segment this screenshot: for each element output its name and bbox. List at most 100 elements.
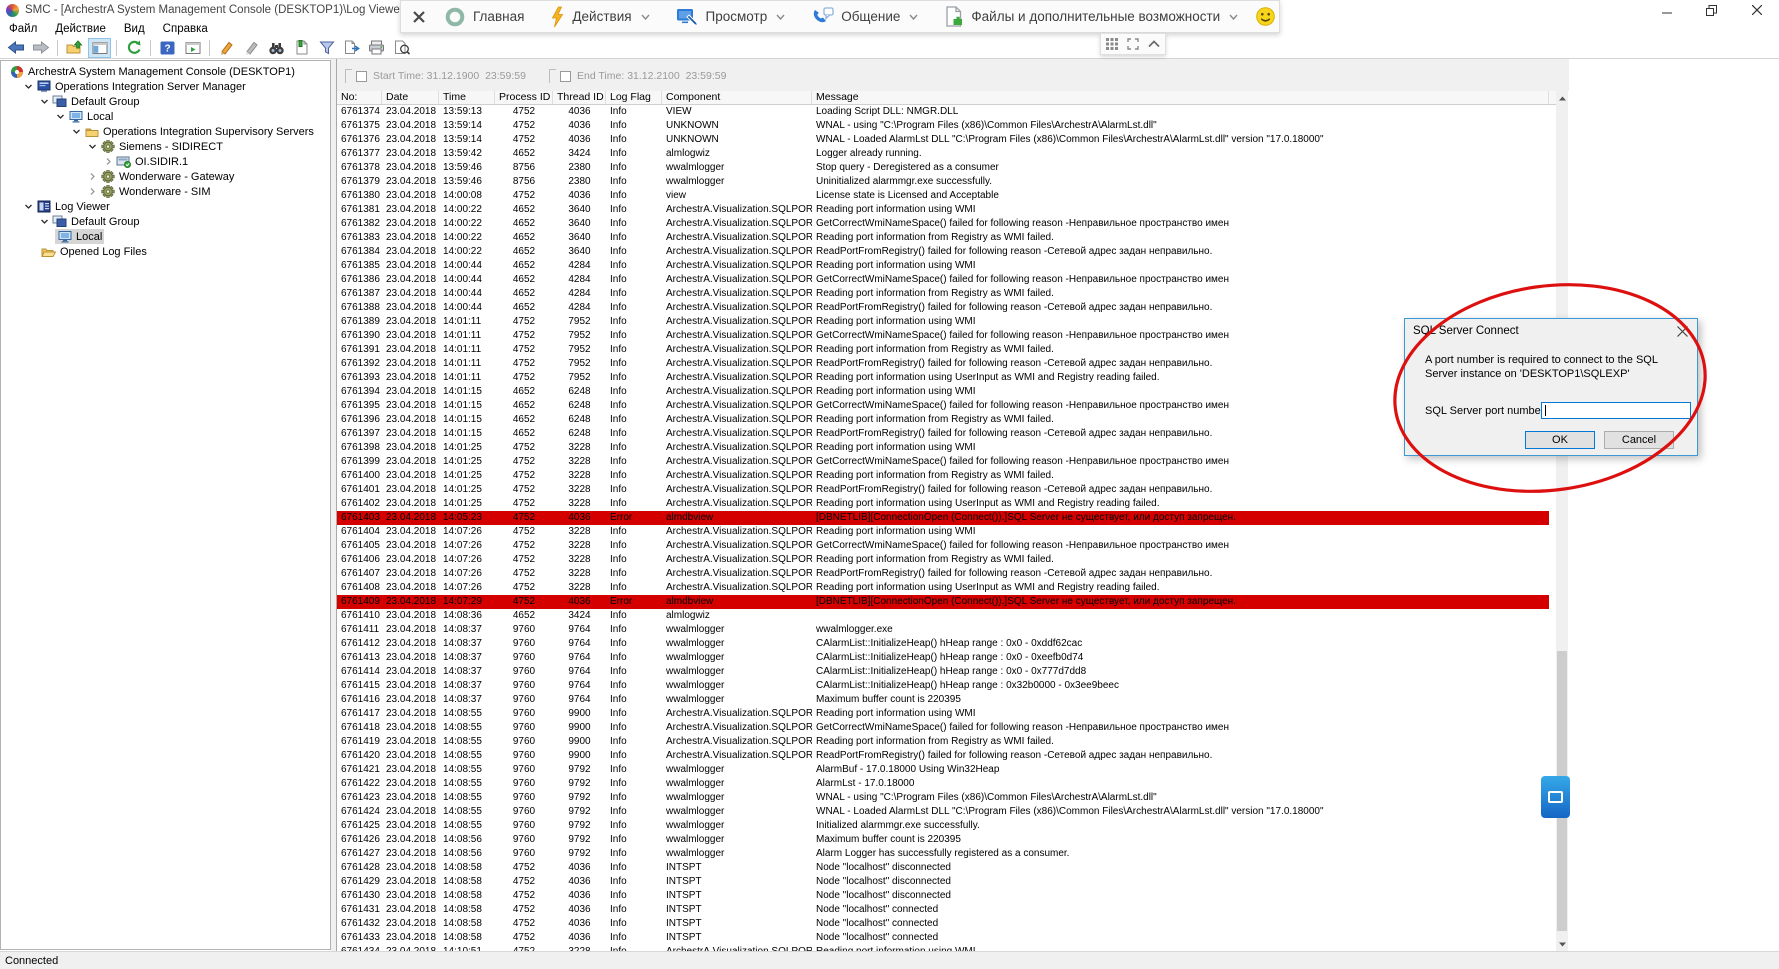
log-row[interactable]: 676139123.04.201814:01:1147527952InfoArc… [337,343,1549,357]
port-number-input[interactable] [1541,402,1691,419]
tree-item-oi-sidir-1[interactable]: OI.SIDIR.1 [1,154,330,169]
tree-item-local-2[interactable]: Local [1,229,330,244]
log-row[interactable]: 676140823.04.201814:07:2647523228InfoArc… [337,581,1549,595]
page-bookmark-button[interactable] [290,38,313,58]
log-row[interactable]: 676140023.04.201814:01:2547523228InfoArc… [337,469,1549,483]
refresh-button[interactable] [122,38,145,58]
forward-arrow-button[interactable] [29,38,52,58]
log-row[interactable]: 676139623.04.201814:01:1546526248InfoArc… [337,413,1549,427]
log-row[interactable]: 676140223.04.201814:01:2547523228InfoArc… [337,497,1549,511]
log-row[interactable]: 676141723.04.201814:08:5597609900InfoArc… [337,707,1549,721]
vertical-scrollbar[interactable] [1556,91,1568,951]
log-row[interactable]: 676138323.04.201814:00:2246523640InfoArc… [337,231,1549,245]
tree-item-wonderware-sim[interactable]: Wonderware - SIM [1,184,330,199]
column-header-component[interactable]: Component [662,91,812,104]
menu-item-1[interactable]: Действие [46,20,115,37]
log-row[interactable]: 676142423.04.201814:08:5597609792Infowwa… [337,805,1549,819]
tree-item-ois-manager[interactable]: Operations Integration Server Manager [1,79,330,94]
log-row[interactable]: 676143123.04.201814:08:5847524036InfoINT… [337,903,1549,917]
back-arrow-button[interactable] [4,38,27,58]
log-row[interactable]: 676142023.04.201814:08:5597609900InfoArc… [337,749,1549,763]
log-row[interactable]: 676140423.04.201814:07:2647523228InfoArc… [337,525,1549,539]
log-row[interactable]: 676141623.04.201814:08:3797609764Infowwa… [337,693,1549,707]
log-row[interactable]: 676137723.04.201813:59:4246523424Infoalm… [337,147,1549,161]
log-row[interactable]: 676139023.04.201814:01:1147527952InfoArc… [337,329,1549,343]
log-row[interactable]: 676142323.04.201814:08:5597609792Infowwa… [337,791,1549,805]
log-row[interactable]: 676137523.04.201813:59:1447524036InfoUNK… [337,119,1549,133]
tree-item-wonderware-gateway[interactable]: Wonderware - Gateway [1,169,330,184]
chevron-down-icon[interactable] [23,81,34,92]
window-panel-button[interactable] [88,38,111,58]
log-row[interactable]: 676140923.04.201814:07:2947524036Erroral… [337,595,1549,609]
log-row[interactable]: 676143023.04.201814:08:5847524036InfoINT… [337,889,1549,903]
menu-item-3[interactable]: Справка [154,20,217,37]
log-row[interactable]: 676139423.04.201814:01:1546526248InfoArc… [337,385,1549,399]
log-row[interactable]: 676137923.04.201813:59:4687562380Infowwa… [337,175,1549,189]
log-row[interactable]: 676139923.04.201814:01:2547523228InfoArc… [337,455,1549,469]
log-row[interactable]: 676141123.04.201814:08:3797609764Infowwa… [337,623,1549,637]
log-row[interactable]: 676141423.04.201814:08:3797609764Infowwa… [337,665,1549,679]
tree-item-log-viewer[interactable]: Log Viewer [1,199,330,214]
assist-menu-communicate[interactable]: Общение [802,0,927,33]
chevron-up-icon[interactable] [1148,40,1160,48]
log-row[interactable]: 676142823.04.201814:08:5847524036InfoINT… [337,861,1549,875]
log-row[interactable]: 676142523.04.201814:08:5597609792Infowwa… [337,819,1549,833]
log-row[interactable]: 676139523.04.201814:01:1546526248InfoArc… [337,399,1549,413]
grid-icon[interactable] [1106,38,1118,50]
log-row[interactable]: 676141823.04.201814:08:5597609900InfoArc… [337,721,1549,735]
binoculars-find-button[interactable] [265,38,288,58]
menu-item-2[interactable]: Вид [115,20,154,37]
chevron-right-icon[interactable] [87,186,98,197]
log-row[interactable]: 676143223.04.201814:08:5847524036InfoINT… [337,917,1549,931]
log-row[interactable]: 676138523.04.201814:00:4446524284InfoArc… [337,259,1549,273]
restore-button[interactable] [1689,0,1734,20]
log-row[interactable]: 676141223.04.201814:08:3797609764Infowwa… [337,637,1549,651]
log-row[interactable]: 676141923.04.201814:08:5597609900InfoArc… [337,735,1549,749]
column-header-message[interactable]: Message [812,91,1549,104]
log-row[interactable]: 676140623.04.201814:07:2647523228InfoArc… [337,553,1549,567]
log-row[interactable]: 676142223.04.201814:08:5597609792Infowwa… [337,777,1549,791]
assist-menu-home[interactable]: Главная [435,0,533,33]
expand-icon[interactable] [1127,38,1139,50]
log-row[interactable]: 676141323.04.201814:08:3797609764Infowwa… [337,651,1549,665]
highlighter-orange-button[interactable] [215,38,238,58]
assist-menu-actions[interactable]: Действия [541,0,658,33]
dialog-close-icon[interactable] [1673,323,1691,339]
window-play-button[interactable] [181,38,204,58]
print-preview-button[interactable] [390,38,413,58]
folder-up-button[interactable] [63,38,86,58]
tree-item-ois-supervisory-servers[interactable]: Operations Integration Supervisory Serve… [1,124,330,139]
log-row[interactable]: 676143323.04.201814:08:5847524036InfoINT… [337,931,1549,945]
chevron-down-icon[interactable] [39,216,50,227]
log-row[interactable]: 676140123.04.201814:01:2547523228InfoArc… [337,483,1549,497]
log-row[interactable]: 676139723.04.201814:01:1546526248InfoArc… [337,427,1549,441]
column-header-processid[interactable]: Process ID [495,91,553,104]
log-row[interactable]: 676139323.04.201814:01:1147527952InfoArc… [337,371,1549,385]
column-header-threadid[interactable]: Thread ID [553,91,606,104]
scroll-up-button[interactable] [1556,91,1568,105]
scroll-down-button[interactable] [1556,937,1568,951]
column-header-logflag[interactable]: Log Flag [606,91,662,104]
log-row[interactable]: 676138023.04.201814:00:0847524036Infovie… [337,189,1549,203]
chevron-right-icon[interactable] [103,156,114,167]
column-header-no[interactable]: No: [337,91,382,104]
chevron-down-icon[interactable] [39,96,50,107]
help-button[interactable]: ? [156,38,179,58]
log-row[interactable]: 676140723.04.201814:07:2647523228InfoArc… [337,567,1549,581]
start-time-checkbox[interactable] [356,71,367,82]
chevron-down-icon[interactable] [71,126,82,137]
cancel-button[interactable]: Cancel [1604,431,1674,449]
log-row[interactable]: 676138923.04.201814:01:1147527952InfoArc… [337,315,1549,329]
tree-item-default-group-1[interactable]: Default Group [1,94,330,109]
chevron-down-icon[interactable] [87,141,98,152]
printer-button[interactable] [365,38,388,58]
log-row[interactable]: 676138123.04.201814:00:2246523640InfoArc… [337,203,1549,217]
log-row[interactable]: 676142623.04.201814:08:5697609792Infowwa… [337,833,1549,847]
tree-item-local-1[interactable]: Local [1,109,330,124]
log-row[interactable]: 676142923.04.201814:08:5847524036InfoINT… [337,875,1549,889]
chevron-down-icon[interactable] [23,201,34,212]
log-row[interactable]: 676138723.04.201814:00:4446524284InfoArc… [337,287,1549,301]
log-row[interactable]: 676137823.04.201813:59:4687562380Infowwa… [337,161,1549,175]
assist-menu-files-extras[interactable]: Файлы и дополнительные возможности [935,0,1247,33]
log-row[interactable]: 676137423.04.201813:59:1347524036InfoVIE… [337,105,1549,119]
